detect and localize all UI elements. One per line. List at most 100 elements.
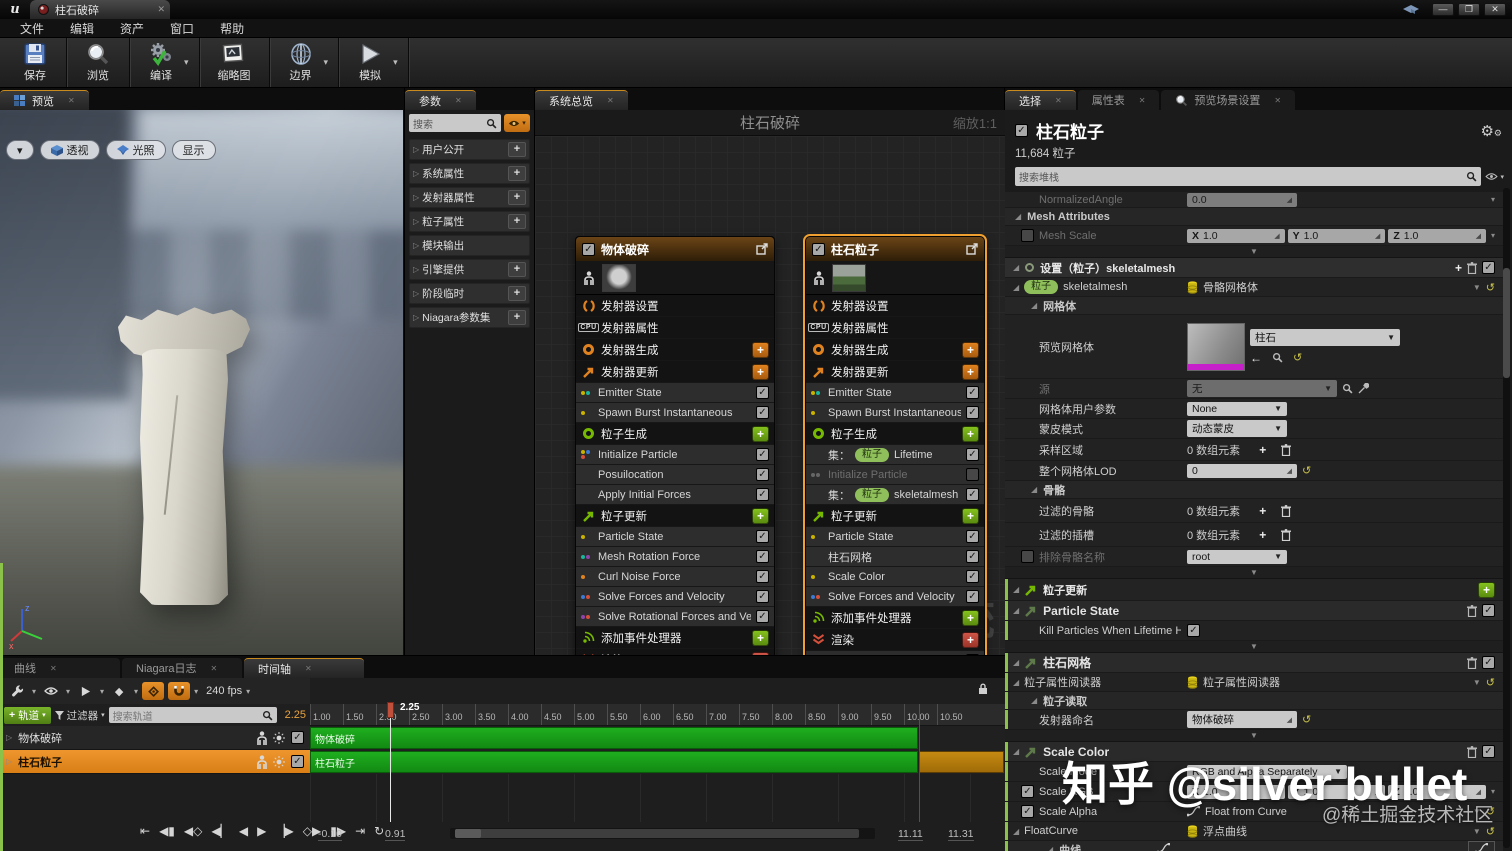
stack-group-发射器属性[interactable]: CPU 发射器属性	[806, 317, 984, 339]
menu-3[interactable]: 窗口	[158, 18, 206, 39]
parameter-category-粒子属性[interactable]: ▷ 粒子属性 +	[409, 211, 530, 232]
expander-button[interactable]: ▼	[1005, 641, 1503, 653]
range-end-a[interactable]: 11.11	[898, 828, 923, 841]
playhead-marker[interactable]	[387, 702, 394, 718]
add-track-button[interactable]: + 轨道 ▾	[4, 706, 51, 724]
chevron-down-icon[interactable]: ▾	[100, 687, 104, 696]
add-parameter-button[interactable]: +	[508, 214, 526, 229]
section-header-网格体[interactable]: ◢ 网格体	[1005, 297, 1503, 315]
add-module-button[interactable]: +	[962, 609, 979, 626]
module-enabled-checkbox[interactable]: ✓	[966, 570, 979, 583]
module-enabled-checkbox[interactable]: ✓	[756, 488, 769, 501]
use-selected-asset-button[interactable]: ←	[1250, 351, 1262, 365]
dropdown-排除骨骼名称[interactable]: root ▼	[1187, 549, 1287, 564]
dropdown-caret-icon[interactable]: ▾	[184, 57, 189, 68]
chevron-down-icon[interactable]: ▼	[1473, 827, 1481, 836]
tab-close-icon[interactable]: ✕	[50, 664, 57, 673]
module-enabled-checkbox[interactable]: ✓	[756, 406, 769, 419]
track-row-物体破碎[interactable]: ▷ 物体破碎 ✓	[0, 726, 310, 750]
reset-icon[interactable]: ↺	[1302, 464, 1311, 477]
stack-module-柱石网格[interactable]: 柱石网格 ✓	[806, 547, 984, 567]
step-forward-button[interactable]: ▕▶	[275, 824, 293, 838]
expander-button[interactable]: ▼	[1005, 730, 1503, 742]
module-enabled-checkbox[interactable]: ✓	[966, 590, 979, 603]
track-search-input[interactable]: 搜索轨道	[108, 707, 277, 723]
menu-0[interactable]: 文件	[8, 18, 56, 39]
loop-button[interactable]: ↻	[374, 824, 384, 838]
chevron-down-icon[interactable]: ▾	[134, 687, 138, 696]
node-graph-canvas[interactable]: 系统 ✓物体破碎发射器设置CPU发射器属性发射器生成+发射器更新+Emitter…	[535, 136, 1005, 655]
add-parameter-button[interactable]: +	[508, 286, 526, 301]
tab-niagara-log[interactable]: Niagara日志 ✕	[122, 658, 242, 678]
timeline-track-area[interactable]: 物体破碎 柱石粒子	[310, 726, 1005, 774]
chevron-down-icon[interactable]: ▾	[1491, 231, 1495, 240]
stack-group-发射器设置[interactable]: 发射器设置	[806, 295, 984, 317]
stack-module-Mesh Rotation Force[interactable]: Mesh Rotation Force ✓	[576, 547, 774, 567]
playhead-line[interactable]	[390, 704, 391, 822]
stack-view-options-button[interactable]: ▾	[1485, 172, 1504, 181]
trash-icon[interactable]	[1281, 528, 1292, 541]
module-enabled-checkbox[interactable]: ✓	[756, 610, 769, 623]
tab-curves[interactable]: 曲线 ✕	[0, 658, 120, 678]
tab-close-icon[interactable]: ✕	[607, 96, 614, 105]
add-module-button[interactable]: +	[752, 507, 769, 524]
vector-x-field[interactable]: X 1.0 ◢	[1187, 228, 1285, 243]
reset-icon[interactable]: ↺	[1302, 713, 1311, 726]
stack-module-Particle State[interactable]: Particle State ✓	[576, 527, 774, 547]
reset-icon[interactable]: ↺	[1486, 281, 1495, 294]
preview-viewport[interactable]: z x ▾ 透视 光照 显示	[0, 110, 403, 655]
camera-lock-icon[interactable]	[978, 683, 988, 695]
auto-key-button[interactable]	[142, 682, 165, 700]
expander-button[interactable]: ▼	[1005, 246, 1503, 258]
tab-close-icon[interactable]: ✕	[157, 4, 165, 15]
section-header-曲线[interactable]: ◢ 曲线	[1005, 840, 1503, 851]
module-enabled-checkbox[interactable]: ✓	[966, 530, 979, 543]
parameter-category-模块输出[interactable]: ▷ 模块输出	[409, 235, 530, 256]
dropdown-caret-icon[interactable]: ▾	[393, 57, 398, 68]
reset-icon[interactable]: ↺	[1486, 676, 1495, 689]
timeline-scrollbar-thumb[interactable]	[455, 829, 859, 838]
module-enabled-checkbox[interactable]: ✓	[756, 530, 769, 543]
tab-preview[interactable]: 预览 ✕	[0, 90, 89, 110]
vector-x-field[interactable]: X 1.0 ◢	[1187, 784, 1285, 799]
section-header-骨骼[interactable]: ◢ 骨骼	[1005, 481, 1503, 499]
bounds-button[interactable]: 边界	[280, 40, 322, 85]
value-field[interactable]: 0.0 ◢	[1187, 192, 1297, 207]
emitter-node-header[interactable]: ✓ 物体破碎	[576, 237, 774, 261]
add-parameter-button[interactable]: +	[508, 310, 526, 325]
filter-button[interactable]: 过滤器 ▾	[54, 708, 105, 723]
parameter-category-Niagara参数集[interactable]: ▷ Niagara参数集 +	[409, 307, 530, 328]
vector-y-field[interactable]: Y 1.0 ◢	[1287, 784, 1386, 799]
chevron-down-icon[interactable]: ▾	[1491, 787, 1495, 796]
tab-close-icon[interactable]: ✕	[455, 96, 462, 105]
timeline-bar-物体破碎[interactable]: 物体破碎	[310, 727, 918, 749]
dropdown-蒙皮模式[interactable]: 动态蒙皮 ▼	[1187, 420, 1287, 437]
asset-tab[interactable]: 柱石破碎 ✕	[30, 0, 170, 19]
stack-search-input[interactable]: 搜索堆栈	[1015, 167, 1482, 186]
module-enabled-checkbox[interactable]: ✓	[756, 590, 769, 603]
property-checkbox[interactable]	[1021, 229, 1034, 242]
module-enabled-checkbox[interactable]: ✓	[756, 386, 769, 399]
browse-button[interactable]: 浏览	[77, 40, 119, 85]
chevron-down-icon[interactable]: ▾	[32, 687, 36, 696]
viewport-options-button[interactable]: ▾	[6, 140, 34, 160]
module-enabled-checkbox[interactable]: ✓	[1482, 745, 1495, 758]
stack-module-Initialize Particle[interactable]: Initialize Particle ✓	[576, 445, 774, 465]
settings-gear-icon[interactable]: ⚙⚙	[1480, 122, 1502, 140]
simulate-button[interactable]: 模拟	[349, 40, 391, 85]
tab-selection[interactable]: 选择 ✕	[1005, 90, 1076, 110]
stack-group-粒子更新[interactable]: 粒子更新 +	[576, 505, 774, 527]
menu-1[interactable]: 编辑	[58, 18, 106, 39]
module-header-Particle State[interactable]: ◢ Particle State ✓	[1005, 601, 1503, 621]
stack-module-Emitter State[interactable]: Emitter State ✓	[806, 383, 984, 403]
track-enabled-checkbox[interactable]: ✓	[291, 731, 304, 744]
reset-icon[interactable]: ↺	[1486, 825, 1495, 838]
stack-group-粒子生成[interactable]: 粒子生成 +	[576, 423, 774, 445]
expander-button[interactable]: ▼	[1005, 567, 1503, 579]
stack-module-Spawn Burst Instantaneous[interactable]: Spawn Burst Instantaneous ✓	[576, 403, 774, 423]
stack-module-Particle State[interactable]: Particle State ✓	[806, 527, 984, 547]
emitter-node-header[interactable]: ✓ 柱石粒子	[806, 237, 984, 261]
vector-field[interactable]: X 1.0 ◢ Y 1.0 ◢ Z 1.0 ◢	[1187, 784, 1486, 799]
chevron-down-icon[interactable]: ▾	[194, 687, 198, 696]
stack-module-Apply Initial Forces[interactable]: Apply Initial Forces ✓	[576, 485, 774, 505]
